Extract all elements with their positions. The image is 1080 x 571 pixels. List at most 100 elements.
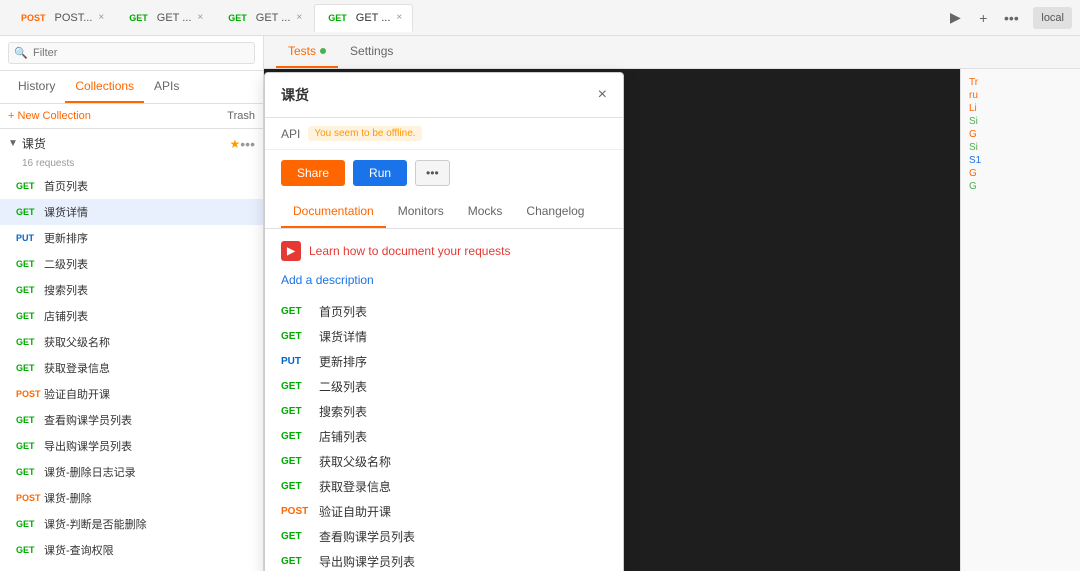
request-item-课货详情[interactable]: GET 课货详情 [0,199,263,225]
api-label: API [281,127,300,141]
tab-get3[interactable]: GET GET ... × [314,4,413,32]
run-button[interactable]: Run [353,160,407,186]
doc-method-put: PUT [281,356,311,367]
request-item-课货删除[interactable]: POST 课货-删除 [0,485,263,511]
trash-button[interactable]: Trash [227,110,255,122]
modal-tab-mocks[interactable]: Mocks [456,196,515,228]
doc-request-二级列表[interactable]: GET 二级列表 [281,374,607,399]
sidebar-tab-collections[interactable]: Collections [65,71,144,103]
request-item-首页列表[interactable]: GET 首页列表 [0,173,263,199]
doc-requests-list: GET 首页列表 GET 课货详情 PUT 更新排序 GET 二级列表 [281,299,607,571]
sidebar-search-area: 🔍 [0,36,263,71]
request-item-课货查询权限[interactable]: GET 课货-查询权限 [0,537,263,563]
doc-name: 搜索列表 [319,403,367,420]
request-item-更新排序[interactable]: PUT 更新排序 [0,225,263,251]
request-item-获取登录信息[interactable]: GET 获取登录信息 [0,355,263,381]
tab-get1[interactable]: GET GET ... × [116,4,213,32]
right-panel-tabs: Tests Settings [264,36,1080,69]
doc-request-获取登录信息[interactable]: GET 获取登录信息 [281,474,607,499]
learn-icon: ▶ [281,241,301,261]
request-item-课货删除日志记录[interactable]: GET 课货-删除日志记录 [0,459,263,485]
doc-request-导出购课学员列表[interactable]: GET 导出购课学员列表 [281,549,607,571]
sidebar-item-g3: G [969,181,1072,192]
tab-get2[interactable]: GET GET ... × [215,4,312,32]
new-collection-button[interactable]: + New Collection [8,110,91,122]
modal-content: ▶ Learn how to document your requests Ad… [265,229,623,571]
run-tab-button[interactable]: ▶ [943,6,967,30]
doc-request-首页列表[interactable]: GET 首页列表 [281,299,607,324]
doc-name: 查看购课学员列表 [319,528,415,545]
tab-close-get2[interactable]: × [296,12,302,23]
method-get: GET [16,285,44,295]
request-item-搜索列表[interactable]: GET 搜索列表 [0,277,263,303]
doc-method-get: GET [281,431,311,442]
right-sidebar: Tr ru Li Si G Si S1 G G [960,69,1080,571]
collection-star-icon[interactable]: ★ [230,137,241,151]
request-name: 搜索列表 [44,282,88,298]
doc-request-店铺列表[interactable]: GET 店铺列表 [281,424,607,449]
collection-toggle-icon[interactable]: ▼ [8,138,18,149]
request-item-获取父级名称[interactable]: GET 获取父级名称 [0,329,263,355]
environment-label[interactable]: local [1033,7,1072,29]
modal-close-button[interactable]: × [598,86,607,104]
sidebar-tab-apis[interactable]: APIs [144,71,189,103]
request-item-课货判断[interactable]: GET 课货-判断是否能删除 [0,511,263,537]
request-name: 课货-删除日志记录 [44,464,136,480]
collection-count: 16 requests [0,158,263,173]
method-post: POST [16,389,44,399]
search-input[interactable] [8,42,255,64]
sidebar-item-g1: G [969,129,1072,140]
request-name: 店铺列表 [44,308,88,324]
method-get: GET [16,519,44,529]
request-item-验证自助开课[interactable]: POST 验证自助开课 [0,381,263,407]
request-item-查看购课学员列表[interactable]: GET 查看购课学员列表 [0,407,263,433]
collection-list: ▼ 课货 ★ ••• 16 requests GET 首页列表 GET 课货详情… [0,129,263,571]
doc-method-get: GET [281,531,311,542]
method-get: GET [16,467,44,477]
modal-tab-documentation[interactable]: Documentation [281,196,386,228]
tests-tab-label: Tests [288,44,316,58]
sidebar-tabs: History Collections APIs [0,71,263,104]
request-item-导出购课学员列表[interactable]: GET 导出购课学员列表 [0,433,263,459]
method-get: GET [16,181,44,191]
sidebar-tab-history[interactable]: History [8,71,65,103]
tab-close-post[interactable]: × [98,12,104,23]
tab-settings[interactable]: Settings [338,36,405,68]
modal-tab-changelog[interactable]: Changelog [514,196,596,228]
modal-tabs: Documentation Monitors Mocks Changelog [265,196,623,229]
modal-actions: Share Run ••• [265,150,623,196]
tab-close-get3[interactable]: × [396,12,402,23]
collection-more-icon[interactable]: ••• [240,136,255,152]
doc-method-get: GET [281,481,311,492]
tab-tests[interactable]: Tests [276,36,338,68]
tab-close-get1[interactable]: × [197,12,203,23]
doc-name: 获取登录信息 [319,478,391,495]
more-tabs-button[interactable]: ••• [999,6,1023,30]
add-description-link[interactable]: Add a description [281,273,607,287]
doc-request-搜索列表[interactable]: GET 搜索列表 [281,399,607,424]
tab-actions: ▶ + ••• [943,6,1023,30]
share-button[interactable]: Share [281,160,345,186]
method-badge-get3: GET [325,12,350,24]
top-tab-bar: POST POST... × GET GET ... × GET GET ...… [0,0,1080,36]
collection-modal: 课货 × API You seem to be offline. Share R… [264,72,624,571]
tab-post[interactable]: POST POST... × [8,4,114,32]
more-button[interactable]: ••• [415,160,450,186]
tests-dot [320,48,326,54]
doc-name: 课货详情 [319,328,367,345]
modal-tab-monitors[interactable]: Monitors [386,196,456,228]
tab-label-get2: GET ... [256,12,291,24]
request-item-二级列表[interactable]: GET 二级列表 [0,251,263,277]
doc-request-课货详情[interactable]: GET 课货详情 [281,324,607,349]
doc-request-验证自助开课[interactable]: POST 验证自助开课 [281,499,607,524]
sidebar-item-s1: S1 [969,155,1072,166]
request-item-店铺列表[interactable]: GET 店铺列表 [0,303,263,329]
collection-header[interactable]: ▼ 课货 ★ ••• [0,129,263,158]
add-tab-button[interactable]: + [971,6,995,30]
doc-request-更新排序[interactable]: PUT 更新排序 [281,349,607,374]
doc-request-获取父级名称[interactable]: GET 获取父级名称 [281,449,607,474]
request-name: 首页列表 [44,178,88,194]
doc-request-查看购课学员列表[interactable]: GET 查看购课学员列表 [281,524,607,549]
learn-link[interactable]: ▶ Learn how to document your requests [281,241,607,261]
sidebar: 🔍 History Collections APIs + New Collect… [0,36,264,571]
